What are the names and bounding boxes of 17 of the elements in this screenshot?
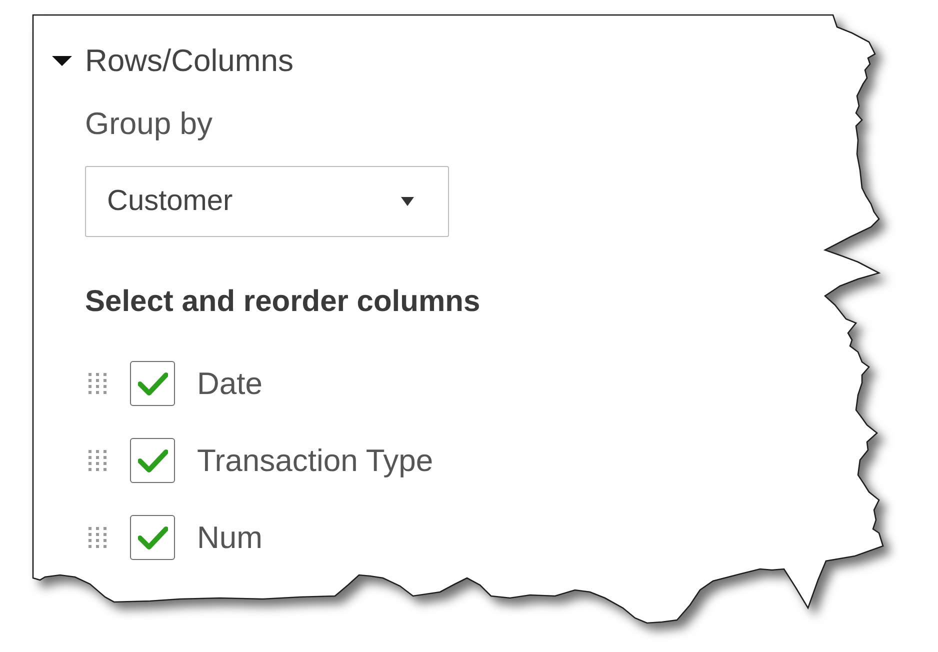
check-icon bbox=[138, 448, 168, 472]
field-label: Group by bbox=[85, 106, 213, 142]
column-label: Transaction Type bbox=[197, 442, 434, 478]
checkbox[interactable] bbox=[130, 361, 175, 406]
group-by-dropdown[interactable]: Customer bbox=[85, 166, 449, 237]
drag-handle-icon[interactable] bbox=[87, 450, 108, 471]
check-icon bbox=[138, 372, 168, 396]
drag-handle-icon[interactable] bbox=[87, 373, 108, 394]
section-heading: Select and reorder columns bbox=[85, 284, 480, 320]
column-label: Date bbox=[197, 366, 262, 402]
section-toggle[interactable]: Rows/Columns bbox=[52, 43, 294, 79]
checkbox[interactable] bbox=[130, 515, 175, 560]
caret-icon bbox=[401, 197, 414, 206]
check-icon bbox=[138, 526, 168, 550]
checkbox[interactable] bbox=[130, 438, 175, 483]
column-label: Num bbox=[197, 520, 262, 556]
drag-handle-icon[interactable] bbox=[87, 527, 108, 548]
